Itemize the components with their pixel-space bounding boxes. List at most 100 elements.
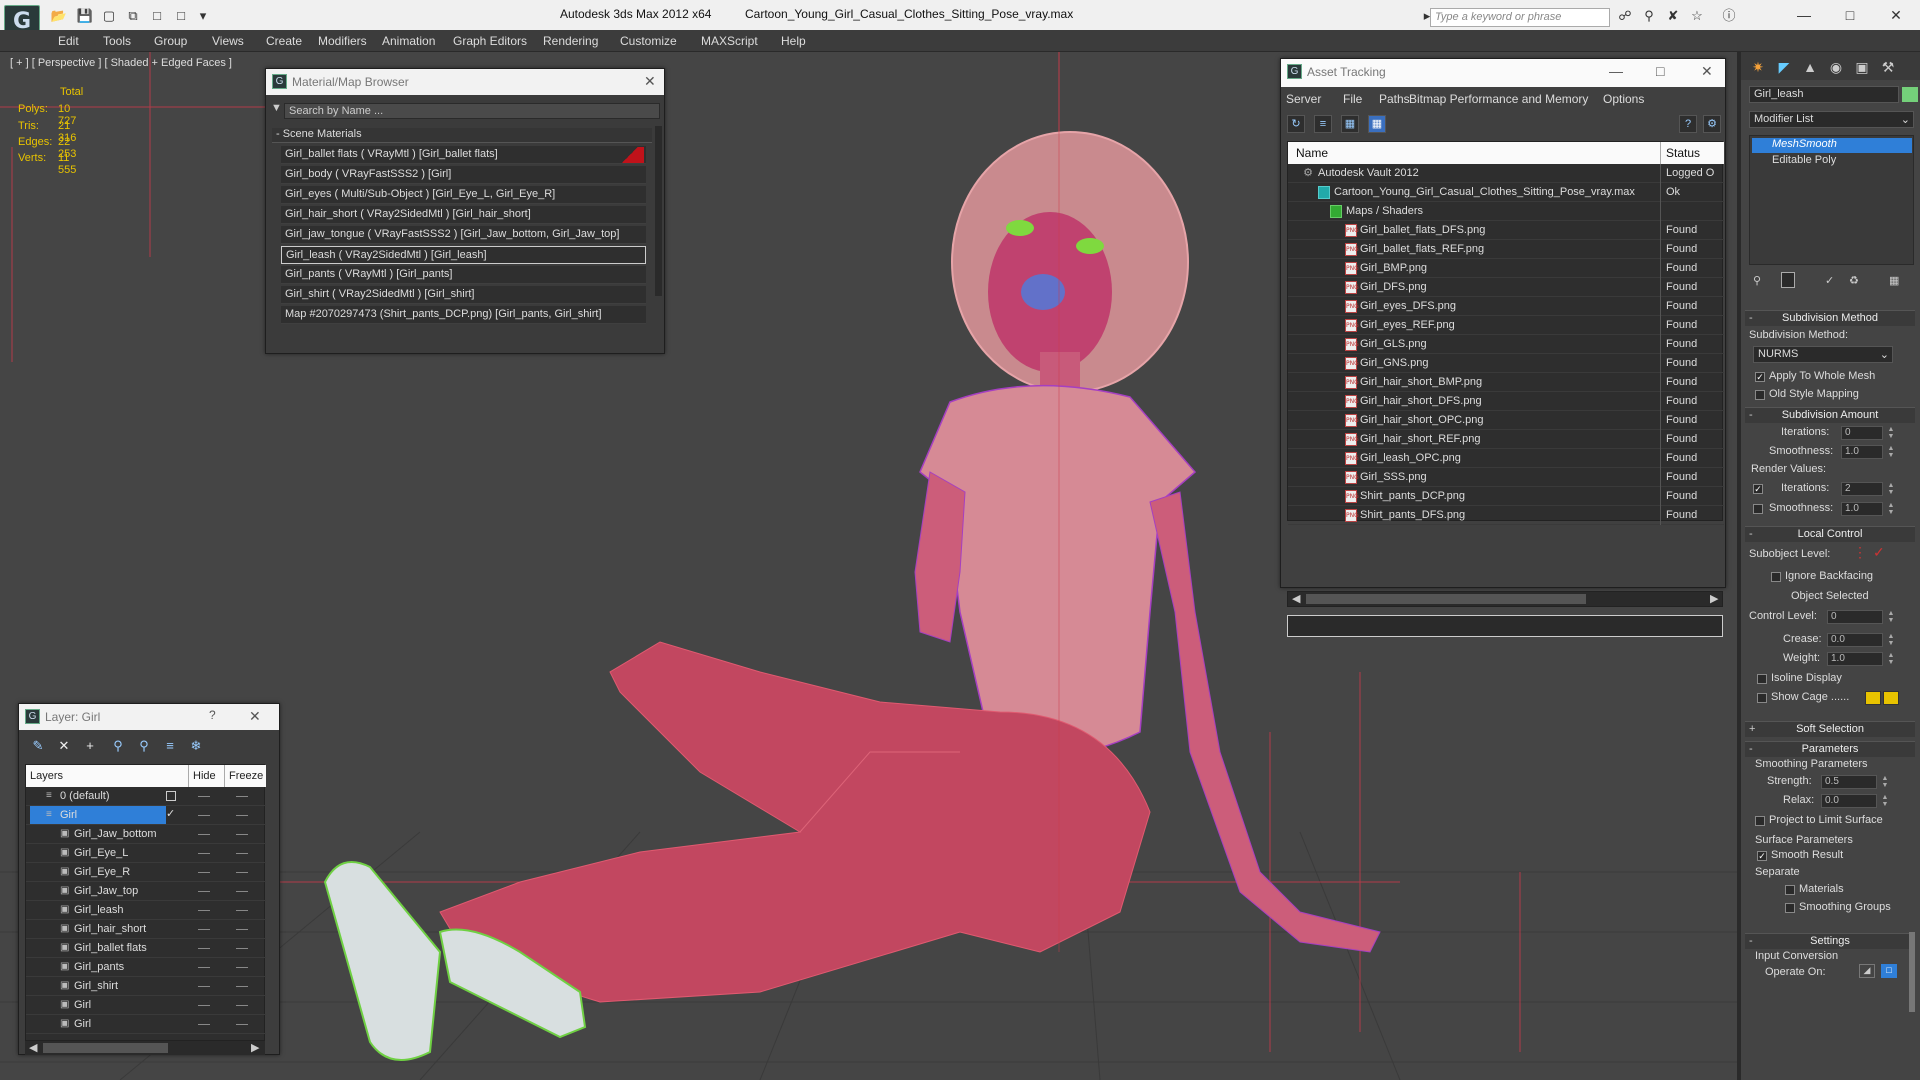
material-item[interactable]: Map #2070297473 (Shirt_pants_DCP.png) [G… <box>281 306 646 324</box>
asset-row[interactable]: PNG Girl_hair_short_REF.png Found <box>1288 430 1724 449</box>
new-file-icon[interactable]: ▢ <box>100 8 118 24</box>
menu-graph-editors[interactable]: Graph Editors <box>453 34 527 48</box>
asset-row[interactable]: PNG Girl_leash_OPC.png Found <box>1288 449 1724 468</box>
asset-row[interactable]: Cartoon_Young_Girl_Casual_Clothes_Sittin… <box>1288 183 1724 202</box>
material-item[interactable]: Girl_hair_short ( VRay2SidedMtl ) [Girl_… <box>281 206 646 224</box>
detail-view-icon[interactable]: ▦ <box>1341 115 1359 133</box>
hide-toggle[interactable] <box>198 815 210 816</box>
active-layer-check-icon[interactable]: ✓ <box>166 807 175 820</box>
strength-spinner[interactable]: 0.5 <box>1821 775 1877 789</box>
material-browser-titlebar[interactable]: G Material/Map Browser ✕ <box>266 69 664 95</box>
layer-row[interactable]: ≡ Girl ✓ <box>26 806 266 825</box>
render-iterations-checkbox[interactable]: ✓ <box>1753 484 1763 494</box>
hide-toggle[interactable] <box>198 986 210 987</box>
project-limit-checkbox[interactable] <box>1755 816 1765 826</box>
help-icon[interactable]: ⓘ <box>1720 8 1738 24</box>
layer-object-row[interactable]: ▣ Girl_Eye_R <box>26 863 266 882</box>
object-name-field[interactable]: Girl_leash <box>1749 86 1899 103</box>
materials-checkbox[interactable] <box>1785 885 1795 895</box>
hold-icon[interactable]: ⧉ <box>124 8 142 24</box>
scene-materials-section[interactable]: - Scene Materials <box>272 128 652 143</box>
asset-row[interactable]: PNG Girl_eyes_DFS.png Found <box>1288 297 1724 316</box>
menu-maxscript[interactable]: MAXScript <box>701 34 758 48</box>
hide-toggle[interactable] <box>198 948 210 949</box>
material-search-input[interactable]: Search by Name ... <box>284 103 660 119</box>
menu-tools[interactable]: Tools <box>103 34 131 48</box>
scroll-left-icon[interactable]: ◀ <box>1292 592 1300 605</box>
create-tab-icon[interactable]: ✷ <box>1749 58 1767 76</box>
asset-row[interactable]: PNG Girl_SSS.png Found <box>1288 468 1724 487</box>
minimize-icon[interactable]: — <box>1609 63 1623 79</box>
hide-toggle[interactable] <box>198 872 210 873</box>
cage-color-swatch[interactable] <box>1865 691 1881 705</box>
hide-all-icon[interactable]: ≡ <box>161 737 179 755</box>
maximize-icon[interactable]: □ <box>1830 4 1870 26</box>
spinner-arrows-icon[interactable]: ▲ ▼ <box>1887 610 1895 624</box>
scroll-thumb[interactable] <box>1306 594 1586 604</box>
menu-animation[interactable]: Animation <box>382 34 435 48</box>
freeze-all-icon[interactable]: ❄ <box>187 737 205 755</box>
subdivision-method-select[interactable]: NURMS ⌄ <box>1753 346 1893 363</box>
save-file-icon[interactable]: 💾 <box>76 8 94 24</box>
asset-tracking-titlebar[interactable]: G Asset Tracking — □ ✕ <box>1281 59 1725 87</box>
key-icon[interactable]: ⚲ <box>1640 8 1658 24</box>
smoothing-groups-checkbox[interactable] <box>1785 903 1795 913</box>
col-freeze[interactable]: Freeze <box>229 770 263 782</box>
modify-tab-icon[interactable]: ◤ <box>1775 58 1793 76</box>
motion-tab-icon[interactable]: ◉ <box>1827 58 1845 76</box>
rollout-subdivision-amount[interactable]: - Subdivision Amount <box>1745 407 1915 423</box>
hide-toggle[interactable] <box>198 967 210 968</box>
freeze-toggle[interactable] <box>236 1005 248 1006</box>
col-hide[interactable]: Hide <box>193 770 216 782</box>
asset-row[interactable]: Maps / Shaders <box>1288 202 1724 221</box>
freeze-toggle[interactable] <box>236 1024 248 1025</box>
display-tab-icon[interactable]: ▣ <box>1853 58 1871 76</box>
create-layer-icon[interactable]: ✎ <box>29 737 47 755</box>
menu-customize[interactable]: Customize <box>620 34 677 48</box>
freeze-toggle[interactable] <box>236 967 248 968</box>
asset-row[interactable]: PNG Shirt_pants_DFS.png Found <box>1288 506 1724 525</box>
material-item[interactable]: Girl_pants ( VRayMtl ) [Girl_pants] <box>281 266 646 284</box>
favorites-star-icon[interactable]: ☆ <box>1688 8 1706 24</box>
spinner-arrows-icon[interactable]: ▲ ▼ <box>1881 775 1889 789</box>
col-name[interactable]: Name <box>1296 146 1328 160</box>
spinner-arrows-icon[interactable]: ▲ ▼ <box>1887 652 1895 666</box>
asset-row[interactable]: PNG Girl_hair_short_BMP.png Found <box>1288 373 1724 392</box>
freeze-toggle[interactable] <box>236 834 248 835</box>
table-view-icon[interactable]: ▦ <box>1368 115 1386 133</box>
spinner-arrows-icon[interactable]: ▲ ▼ <box>1887 502 1895 516</box>
stack-item-editable-poly[interactable]: Editable Poly <box>1752 154 1912 169</box>
asset-row[interactable]: ⚙ Autodesk Vault 2012 Logged O <box>1288 164 1724 183</box>
freeze-toggle[interactable] <box>236 815 248 816</box>
layer-object-row[interactable]: ▣ Girl_Jaw_bottom <box>26 825 266 844</box>
minimize-icon[interactable]: — <box>1784 4 1824 26</box>
utilities-tab-icon[interactable]: ⚒ <box>1879 58 1897 76</box>
current-layer-checkbox[interactable] <box>166 791 176 801</box>
material-item[interactable]: Girl_body ( VRayFastSSS2 ) [Girl] <box>281 166 646 184</box>
close-icon[interactable]: ✕ <box>249 708 261 725</box>
operate-on-polygons-icon[interactable]: □ <box>1881 964 1897 978</box>
help-button[interactable]: ? <box>209 708 216 722</box>
hierarchy-tab-icon[interactable]: ▲ <box>1801 58 1819 76</box>
render-iterations-spinner[interactable]: 2 <box>1841 482 1883 496</box>
menu-rendering[interactable]: Rendering <box>543 34 598 48</box>
refresh-icon[interactable]: ↻ <box>1287 115 1305 133</box>
hide-toggle[interactable] <box>198 796 210 797</box>
hide-toggle[interactable] <box>198 1005 210 1006</box>
rollout-soft-selection[interactable]: + Soft Selection <box>1745 721 1915 737</box>
close-icon[interactable]: ✕ <box>644 73 656 90</box>
at-menu-server[interactable]: Server <box>1286 92 1321 106</box>
freeze-toggle[interactable] <box>236 891 248 892</box>
at-menu-options[interactable]: Options <box>1603 92 1644 106</box>
layer-object-row[interactable]: ▣ Girl_shirt <box>26 977 266 996</box>
freeze-toggle[interactable] <box>236 872 248 873</box>
maximize-icon[interactable]: □ <box>1656 63 1664 79</box>
layer-titlebar[interactable]: G Layer: Girl ? ✕ <box>19 704 279 730</box>
menu-views[interactable]: Views <box>212 34 244 48</box>
hide-toggle[interactable] <box>198 929 210 930</box>
spinner-arrows-icon[interactable]: ▲ ▼ <box>1887 445 1895 459</box>
browser-options-dropdown-icon[interactable]: ▼ <box>271 102 282 114</box>
asset-row[interactable]: PNG Girl_GLS.png Found <box>1288 335 1724 354</box>
spinner-arrows-icon[interactable]: ▲ ▼ <box>1887 426 1895 440</box>
material-item[interactable]: Girl_ballet flats ( VRayMtl ) [Girl_ball… <box>281 146 646 164</box>
